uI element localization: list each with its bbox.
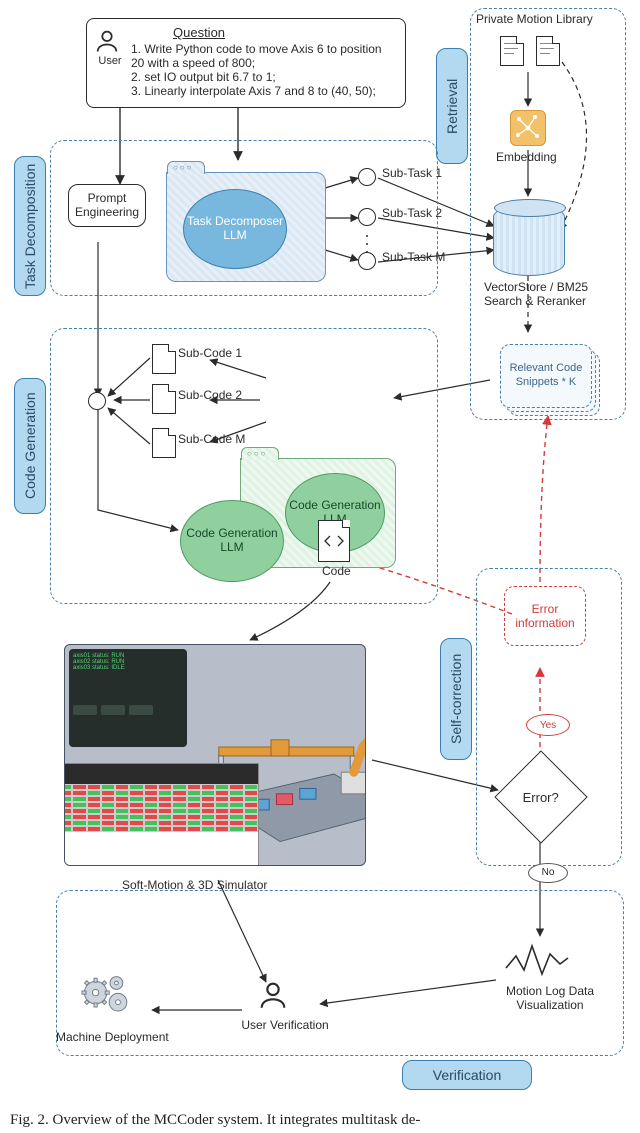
subtask-node (358, 208, 376, 226)
user-label: User (93, 55, 127, 67)
motion-log-label: Motion Log Data Visualization (490, 984, 610, 1012)
prompt-eng: Prompt Engineering (68, 184, 146, 227)
section-task-decomp: Task Decomposition (14, 156, 46, 296)
no-badge: No (528, 862, 568, 883)
subtask-label: Sub-Task M (382, 250, 445, 264)
figure-caption: Fig. 2. Overview of the MCCoder system. … (0, 1112, 640, 1129)
subtask-label: Sub-Task 1 (382, 166, 442, 180)
question-line: 1. Write Python code to move Axis 6 to p… (131, 42, 397, 70)
subcode-label: Sub-Code 2 (178, 388, 242, 402)
library-title: Private Motion Library (476, 12, 593, 26)
gears-icon (78, 972, 142, 1026)
subtask-label: Sub-Task 2 (382, 206, 442, 220)
subcode-label: Sub-Code 1 (178, 346, 242, 360)
code-file-icon (318, 520, 350, 562)
yes-badge: Yes (526, 714, 570, 736)
question-line: 2. set IO output bit 6.7 to 1; (131, 70, 397, 84)
code-label: Code (322, 564, 351, 578)
subcode-file (152, 344, 176, 374)
doc-icon (500, 36, 524, 66)
doc-icon (536, 36, 560, 66)
question-line: 3. Linearly interpolate Axis 7 and 8 to … (131, 84, 397, 98)
embedding-label: Embedding (496, 150, 557, 164)
subcode-file (152, 384, 176, 414)
codegen-llm: Code Generation LLM (180, 500, 284, 582)
user-block: User (93, 27, 127, 67)
user-verif-block (256, 978, 304, 1012)
error-info-box: Error information (504, 586, 586, 646)
subtask-node (358, 252, 376, 270)
user-verif-label: User Verification (240, 1018, 330, 1032)
subtask-node (358, 168, 376, 186)
vectorstore-icon (493, 204, 565, 276)
motion-log-icon (504, 940, 562, 985)
error-diamond: Error? (508, 764, 574, 830)
snippets-label: Relevant Code Snippets * K (500, 344, 592, 408)
section-retrieval: Retrieval (436, 48, 468, 164)
user-icon (256, 978, 304, 1012)
simulator-label: Soft-Motion & 3D Simulator (122, 878, 267, 892)
decomposer-folder: ○○○ Task Decomposer LLM (166, 172, 326, 282)
decomposer-llm: Task Decomposer LLM (183, 189, 287, 269)
subcode-file (152, 428, 176, 458)
section-self-correction: Self-correction (440, 638, 472, 760)
section-verification: Verification (402, 1060, 532, 1090)
embedding-icon (510, 110, 546, 146)
question-title: Question (173, 25, 397, 40)
vectorstore-label: VectorStore / BM25 Search & Reranker (484, 280, 594, 308)
subcode-label: Sub-Code M (178, 432, 245, 446)
deploy-label: Machine Deployment (56, 1030, 169, 1044)
merge-node (88, 392, 106, 410)
user-icon (93, 27, 127, 55)
section-code-gen: Code Generation (14, 378, 46, 514)
simulator-graphic: axis01 status: RUN axis02 status: RUN ax… (64, 644, 366, 866)
